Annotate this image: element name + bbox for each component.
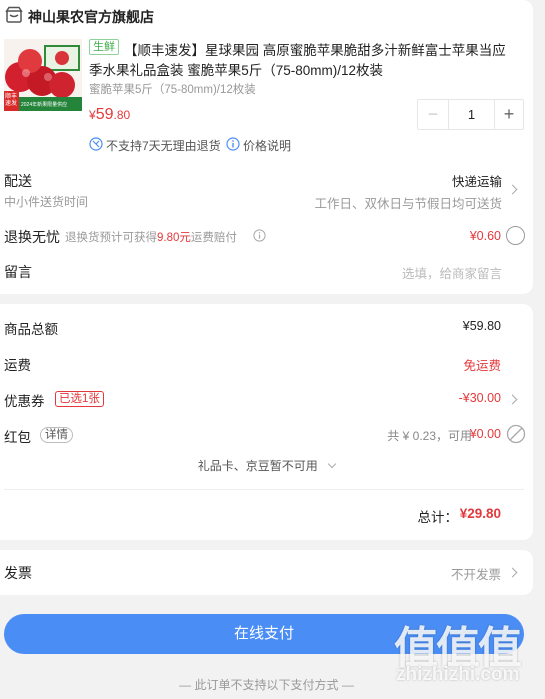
product-price: ¥59.80: [89, 106, 130, 124]
total-value: ¥29.80: [459, 506, 501, 521]
coupon-value: -¥30.00: [458, 391, 501, 405]
return-insurance-row: 退换无忧 退换货预计可获得9.80元运费赔付 ¥0.60: [0, 225, 533, 249]
price-int: 59: [95, 106, 114, 123]
total-label: 总计：: [417, 510, 459, 525]
chevron-down-icon: [327, 459, 337, 469]
giftcard-text: 礼品卡、京豆暂不可用: [197, 459, 318, 473]
coupon-row[interactable]: 优惠券 已选1张 -¥30.00: [0, 386, 533, 412]
product-title-line1[interactable]: 【顺丰速发】星球果园 高原蜜脆苹果脆甜多汁新鲜富士苹果当应: [124, 39, 506, 59]
disabled-icon: [506, 424, 526, 449]
invoice-chevron-icon: [507, 567, 518, 578]
delivery-label: 配送: [4, 173, 32, 189]
return-ins-desc: 退换货预计可获得9.80元运费赔付: [65, 229, 237, 245]
return-ins-desc-amount: 9.80元: [157, 232, 191, 244]
invoice-label: 发票: [4, 565, 32, 581]
pay-button-label: 在线支付: [233, 625, 294, 642]
price-symbol: ¥: [89, 108, 96, 122]
order-card: 神山果农官方旗舰店 顺丰 速发 2024年新果限量供应 生鲜 【顺丰速发】星球果…: [0, 0, 533, 294]
thumb-caption: 2024年新果限量供应: [21, 102, 68, 108]
return-ins-info-icon[interactable]: [253, 229, 266, 247]
redpacket-value: ¥0.00: [469, 427, 501, 441]
delivery-method: 快递运输: [451, 175, 502, 189]
quantity-stepper: − 1 +: [417, 99, 524, 130]
message-row: 留言 选填，给商家留言: [0, 260, 533, 282]
price-dec: .80: [113, 108, 131, 122]
redpacket-label: 红包: [4, 430, 31, 445]
divider: [4, 489, 524, 490]
invoice-card[interactable]: 发票 不开发票: [0, 550, 533, 595]
return-ins-checkbox[interactable]: [506, 226, 525, 245]
info-icon: [226, 137, 240, 156]
redpacket-desc: 共 ¥ 0.23，可用: [387, 429, 472, 443]
total-goods-label: 商品总额: [4, 322, 58, 337]
product-title-line2[interactable]: 季水果礼品盒装 蜜脆苹果5斤（75-80mm)/12枚装: [89, 59, 383, 79]
quantity-input[interactable]: 1: [449, 100, 494, 129]
return-ins-desc-suffix: 运费赔付: [190, 232, 237, 244]
shop-name[interactable]: 神山果农官方旗舰店: [28, 7, 154, 27]
quantity-plus-button[interactable]: +: [494, 100, 523, 129]
coupon-chevron-icon: [507, 394, 518, 405]
shipping-label: 运费: [4, 358, 31, 373]
thumb-badge: 顺丰 速发: [5, 94, 18, 107]
redpacket-detail-button[interactable]: 详情: [40, 427, 73, 443]
delivery-time: 工作日、双休日与节假日均可送货: [314, 197, 502, 211]
invoice-value: 不开发票: [450, 568, 501, 582]
coupon-badge: 已选1张: [55, 391, 104, 407]
giftcard-row[interactable]: 礼品卡、京豆暂不可用: [0, 457, 533, 477]
return-ins-desc-prefix: 退换货预计可获得: [65, 232, 157, 244]
delivery-sublabel: 中小件送货时间: [4, 195, 89, 209]
notice-return: 不支持7天无理由退货: [106, 139, 221, 153]
shipping-value: 免运费: [463, 359, 501, 373]
watermark-url: zhizhizhi.com: [396, 664, 520, 685]
summary-card: 商品总额 ¥59.80 运费 免运费 优惠券 已选1张 -¥30.00 红包 详…: [0, 304, 533, 540]
shop-icon: [5, 6, 23, 29]
delivery-row[interactable]: 配送 中小件送货时间 快递运输 工作日、双休日与节假日均可送货: [0, 166, 533, 214]
notice-price-link[interactable]: 价格说明: [243, 137, 291, 154]
quantity-minus-button[interactable]: −: [418, 100, 449, 129]
product-spec: 蜜脆苹果5斤（75-80mm)/12枚装: [89, 84, 256, 96]
return-ins-label: 退换无忧: [4, 229, 60, 245]
message-input[interactable]: 选填，给商家留言: [402, 263, 502, 282]
redpacket-row: 红包 详情 共 ¥ 0.23，可用 ¥0.00: [0, 422, 533, 448]
coupon-label: 优惠券: [4, 394, 45, 409]
message-label: 留言: [4, 264, 32, 280]
delivery-chevron-icon: [507, 184, 518, 195]
no-return-icon: [89, 137, 103, 156]
fresh-tag: 生鲜: [89, 39, 119, 55]
total-goods-value: ¥59.80: [462, 319, 501, 333]
product-thumbnail[interactable]: 顺丰 速发 2024年新果限量供应: [4, 39, 82, 111]
return-ins-price: ¥0.60: [469, 229, 501, 243]
